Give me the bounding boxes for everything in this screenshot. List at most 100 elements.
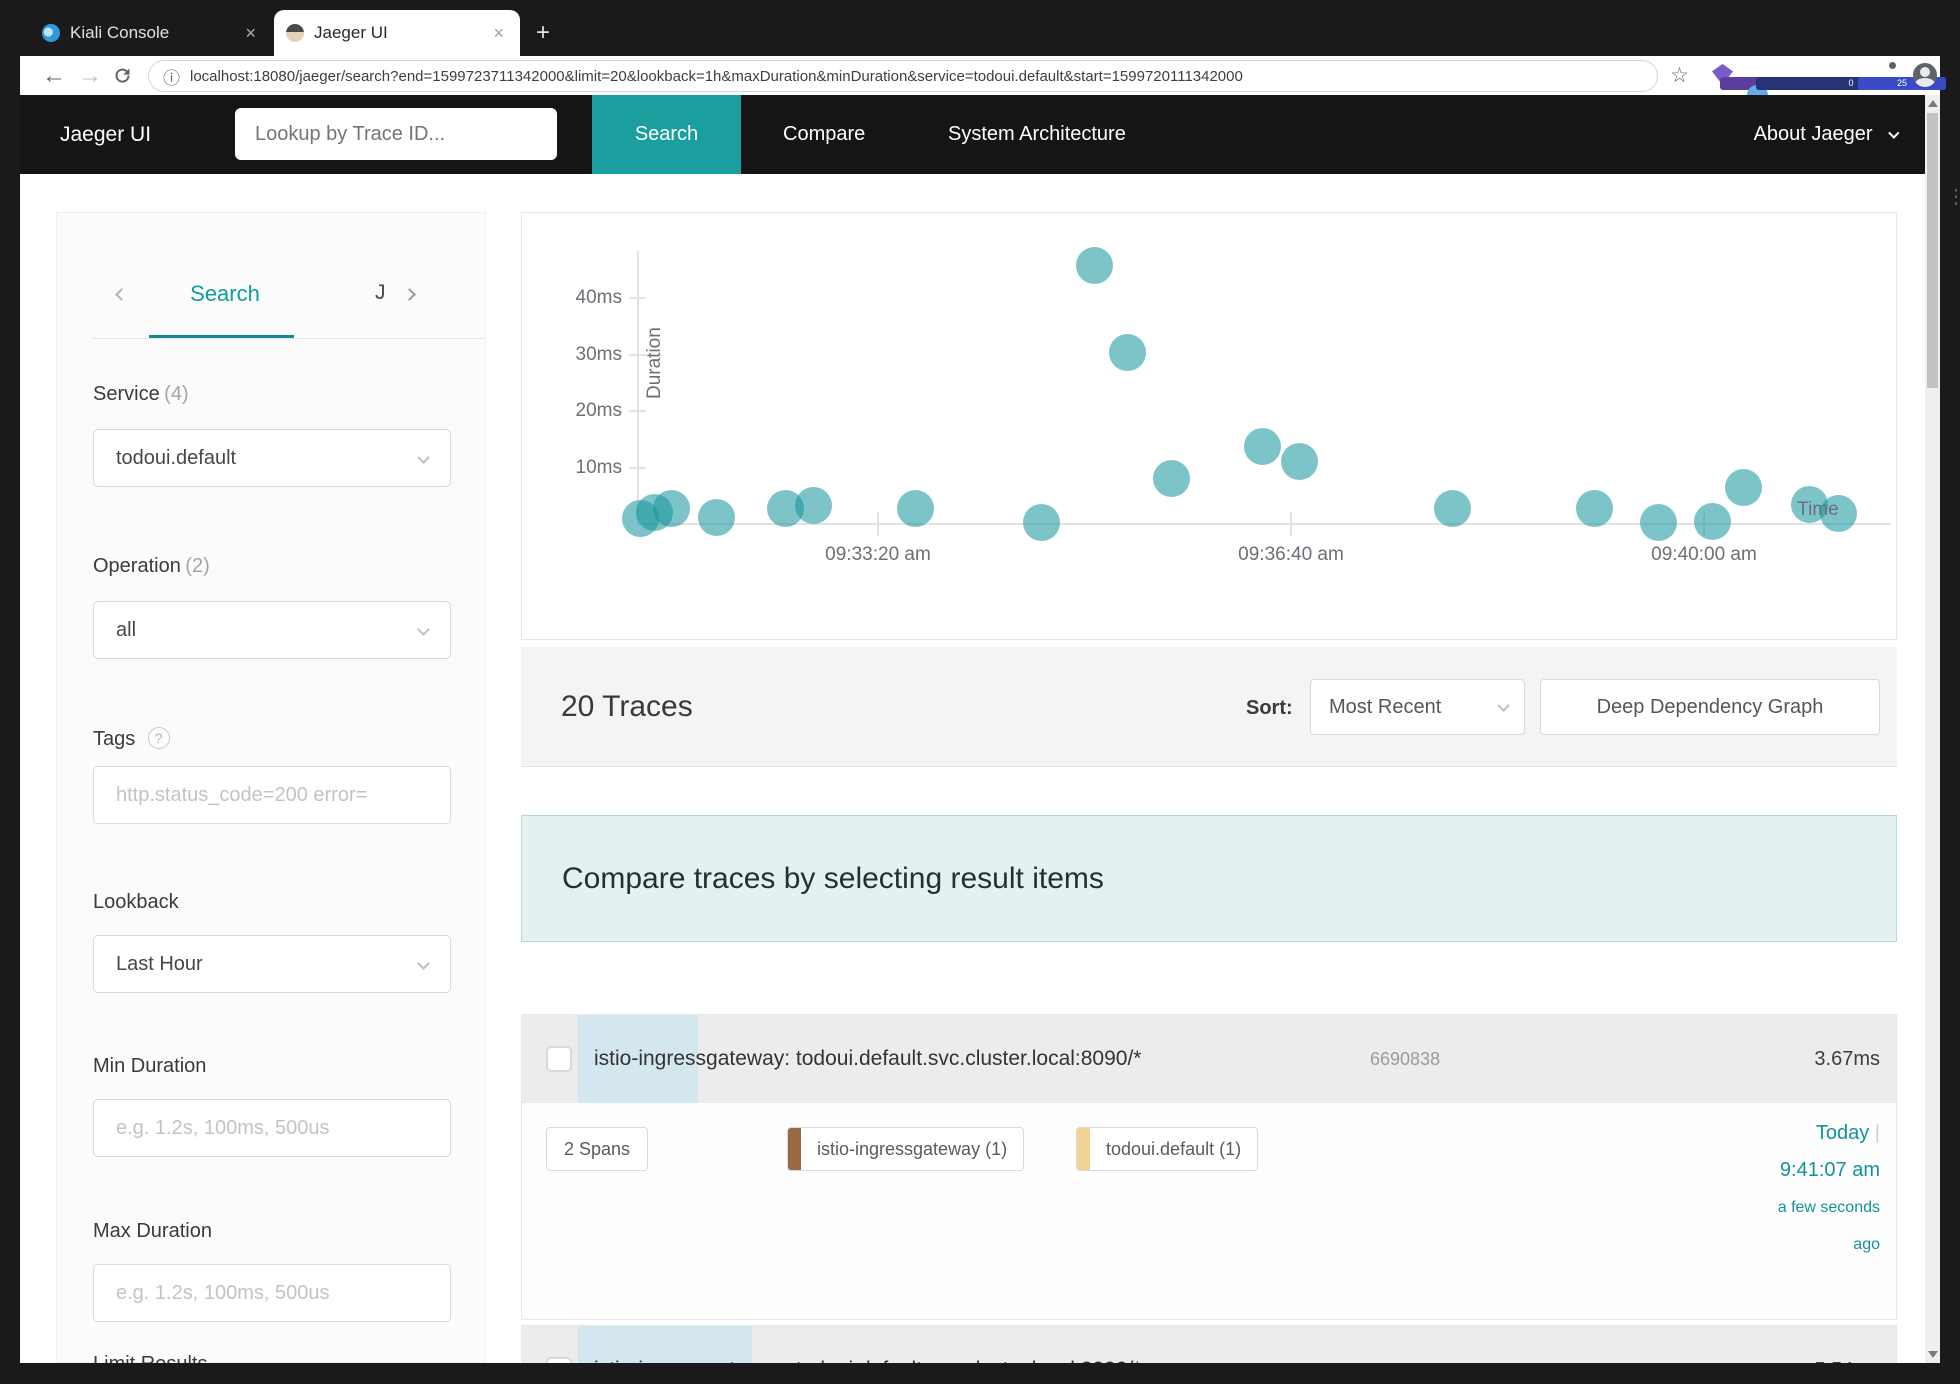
help-icon[interactable]: ?: [148, 727, 170, 749]
x-axis-title: Time: [1778, 499, 1858, 521]
nav-tab-system-architecture[interactable]: System Architecture: [948, 95, 1126, 174]
min-duration-label: Min Duration: [93, 1055, 206, 1078]
y-tick-mark: [629, 297, 646, 299]
trace-dot[interactable]: [1694, 503, 1731, 540]
nav-tab-search[interactable]: Search: [592, 95, 741, 174]
tab-title: Kiali Console: [70, 23, 169, 43]
trace-dot[interactable]: [897, 490, 934, 527]
puzzle-bump: [1889, 62, 1896, 69]
tab-kiali-console[interactable]: Kiali Console ×: [30, 10, 272, 56]
browser-toolbar: ← → ⓘ localhost:18080/jaeger/search?end=…: [20, 56, 1940, 95]
trace-checkbox[interactable]: [546, 1357, 572, 1363]
max-duration-input[interactable]: [93, 1264, 451, 1322]
tab-title: Jaeger UI: [314, 23, 388, 43]
chevron-down-icon: [1888, 128, 1899, 139]
y-axis-line: [637, 251, 639, 525]
sort-select[interactable]: Most Recent: [1310, 679, 1525, 735]
x-tick-label: 09:33:20 am: [808, 544, 948, 566]
x-tick-mark: [1290, 512, 1292, 536]
chevron-right-icon[interactable]: [403, 288, 416, 301]
sidebar-tab-search[interactable]: Search: [155, 281, 295, 307]
trace-title: istio-ingressgateway: todoui.default.svc…: [594, 1326, 1141, 1363]
trace-dot[interactable]: [1023, 504, 1060, 541]
about-jaeger-menu[interactable]: About Jaeger: [1754, 95, 1895, 174]
info-icon[interactable]: ⓘ: [163, 64, 180, 89]
sidebar-tab-clipped[interactable]: J: [375, 281, 386, 305]
trace-dot[interactable]: [1244, 428, 1281, 465]
trace-date: Today: [1816, 1122, 1869, 1144]
close-icon[interactable]: ×: [241, 23, 260, 44]
lookback-select[interactable]: Last Hour: [93, 935, 451, 993]
trace-id: 6690838: [1370, 1015, 1440, 1103]
trace-relative-time: a few seconds: [1778, 1189, 1880, 1226]
trace-dot[interactable]: [653, 490, 690, 527]
trace-dot[interactable]: [1281, 443, 1318, 480]
trace-dot[interactable]: [1576, 490, 1613, 527]
date-separator: |: [1875, 1122, 1880, 1144]
url-bar[interactable]: ⓘ localhost:18080/jaeger/search?end=1599…: [148, 60, 1658, 92]
app-content: Search J Service (4) todoui.default Oper…: [20, 174, 1925, 1363]
trace-duration: 5.54ms: [1814, 1326, 1880, 1363]
trace-title: istio-ingressgateway: todoui.default.svc…: [594, 1015, 1141, 1103]
trace-card-header: istio-ingressgateway: todoui.default.svc…: [522, 1015, 1896, 1103]
nav-tab-compare[interactable]: Compare: [783, 95, 865, 174]
trace-dot[interactable]: [1076, 247, 1113, 284]
duration-scatter-chart: Duration Time 10ms20ms30ms40ms09:33:20 a…: [521, 212, 1897, 640]
trace-dot[interactable]: [698, 499, 735, 536]
y-tick-label: 20ms: [550, 400, 622, 422]
trace-duration: 3.67ms: [1814, 1015, 1880, 1103]
bookmark-star-icon[interactable]: ☆: [1670, 56, 1689, 95]
deep-dependency-graph-button[interactable]: Deep Dependency Graph: [1540, 679, 1880, 735]
trace-dot[interactable]: [1153, 460, 1190, 497]
x-tick-label: 09:36:40 am: [1221, 544, 1361, 566]
banner-text: Compare traces by selecting result items: [562, 862, 1104, 896]
trace-dot[interactable]: [795, 487, 832, 524]
trace-checkbox[interactable]: [546, 1046, 572, 1072]
service-pill: todoui.default (1): [1076, 1127, 1258, 1171]
scroll-up-arrow[interactable]: [1928, 100, 1938, 107]
compare-banner: Compare traces by selecting result items: [521, 815, 1897, 942]
service-color-bar: [1077, 1128, 1090, 1170]
chevron-left-icon[interactable]: [115, 288, 128, 301]
tab-jaeger-ui[interactable]: Jaeger UI ×: [274, 10, 520, 56]
scroll-down-arrow[interactable]: [1928, 1351, 1938, 1358]
service-select[interactable]: todoui.default: [93, 429, 451, 487]
y-tick-mark: [629, 467, 646, 469]
trace-dot[interactable]: [1725, 469, 1762, 506]
scrollbar-thumb[interactable]: [1927, 113, 1938, 388]
jaeger-brand[interactable]: Jaeger UI: [60, 95, 151, 174]
trace-result-card[interactable]: istio-ingressgateway: todoui.default.svc…: [521, 1014, 1897, 1320]
close-icon[interactable]: ×: [489, 23, 508, 44]
jaeger-favicon: [286, 24, 304, 42]
tags-label: Tags ?: [93, 727, 170, 751]
browser-menu-icon[interactable]: ⋮: [1946, 178, 1960, 217]
y-tick-label: 30ms: [550, 344, 622, 366]
operation-select[interactable]: all: [93, 601, 451, 659]
max-duration-label: Max Duration: [93, 1220, 212, 1243]
service-pill-label: istio-ingressgateway (1): [801, 1139, 1023, 1160]
trace-lookup-input[interactable]: [235, 108, 557, 160]
jaeger-navbar: Jaeger UI Search Compare System Architec…: [20, 95, 1925, 174]
tags-input[interactable]: [93, 766, 451, 824]
operation-label: Operation (2): [93, 555, 210, 578]
refresh-icon[interactable]: [112, 65, 133, 86]
service-pill: istio-ingressgateway (1): [787, 1127, 1024, 1171]
trace-dot[interactable]: [1640, 504, 1677, 541]
trace-time: 9:41:07 am: [1778, 1152, 1880, 1189]
limit-results-label: Limit Results: [93, 1353, 207, 1363]
trace-result-card[interactable]: istio-ingressgateway: todoui.default.svc…: [521, 1325, 1897, 1363]
trace-timestamp: Today | 9:41:07 am a few secondsago: [1778, 1115, 1880, 1263]
profile-avatar[interactable]: [1913, 63, 1937, 87]
trace-dot[interactable]: [1434, 490, 1471, 527]
new-tab-button[interactable]: +: [536, 18, 550, 48]
service-label: Service (4): [93, 383, 189, 406]
tab-strip: Kiali Console × Jaeger UI × +: [20, 10, 1940, 56]
page-scrollbar[interactable]: [1925, 95, 1940, 1363]
forward-icon[interactable]: →: [78, 56, 102, 95]
min-duration-input[interactable]: [93, 1099, 451, 1157]
y-tick-label: 40ms: [550, 287, 622, 309]
back-icon[interactable]: ←: [42, 56, 66, 95]
tab-divider: [91, 338, 484, 339]
results-bar: 20 Traces Sort: Most Recent Deep Depende…: [521, 647, 1897, 767]
trace-dot[interactable]: [1109, 334, 1146, 371]
